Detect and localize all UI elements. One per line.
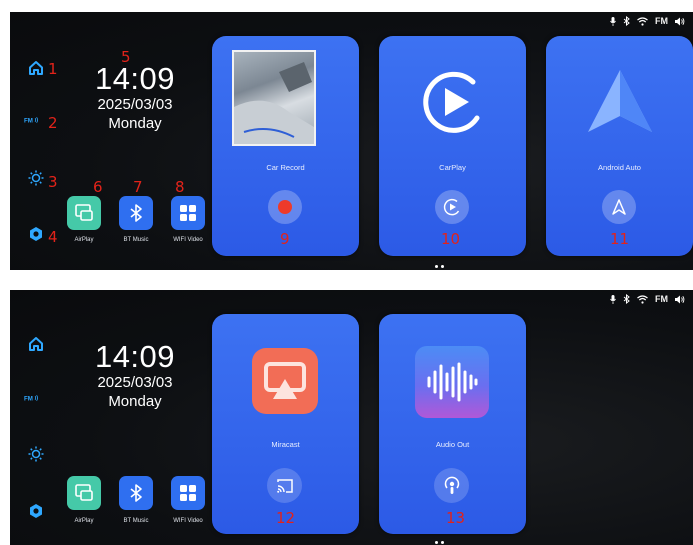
clock-date: 2025/03/03 bbox=[97, 374, 173, 391]
callout-label: 3 bbox=[48, 173, 58, 191]
bluetooth-icon bbox=[130, 484, 142, 502]
callout-label: 6 bbox=[93, 178, 103, 196]
bt-music-app-button[interactable] bbox=[119, 476, 153, 510]
callout-label: 2 bbox=[48, 114, 58, 132]
callout-label: 4 bbox=[48, 228, 58, 246]
car-record-card[interactable]: Car Record 9 bbox=[212, 36, 359, 256]
clock-day: Monday bbox=[108, 393, 162, 410]
mic-icon bbox=[610, 294, 616, 304]
android-auto-label: Android Auto bbox=[598, 163, 641, 172]
wifi-video-label: WIFI Video bbox=[173, 237, 203, 243]
callout-label: 13 bbox=[446, 509, 466, 527]
screen-page-1: FM FM 1 2 3 4 5 14:09 2025/03/03 Monday … bbox=[10, 12, 693, 270]
airplay-label: AirPlay bbox=[74, 518, 94, 524]
brightness-icon[interactable] bbox=[28, 446, 44, 462]
audio-out-logo-icon bbox=[415, 346, 489, 418]
wifi-video-label: WIFI Video bbox=[173, 518, 203, 524]
fm-radio-icon[interactable]: FM bbox=[24, 112, 50, 128]
fm-indicator-icon: FM bbox=[655, 16, 668, 26]
play-icon bbox=[443, 198, 460, 216]
cast-button[interactable] bbox=[267, 468, 302, 503]
grid-icon bbox=[180, 205, 196, 221]
callout-label: 12 bbox=[276, 509, 296, 527]
page-indicator bbox=[435, 541, 444, 544]
callout-label: 10 bbox=[441, 230, 461, 248]
car-record-label: Car Record bbox=[266, 163, 305, 172]
bluetooth-icon bbox=[623, 294, 630, 304]
android-auto-logo-icon bbox=[588, 70, 652, 132]
bluetooth-icon bbox=[623, 16, 630, 26]
mic-icon bbox=[610, 16, 616, 26]
fm-radio-icon[interactable]: FM bbox=[24, 390, 50, 406]
airplay-label: AirPlay bbox=[74, 237, 94, 243]
settings-icon[interactable] bbox=[28, 226, 44, 242]
callout-label: 11 bbox=[610, 230, 630, 248]
airplay-app-button[interactable] bbox=[67, 196, 101, 230]
clock-widget: 14:09 2025/03/03 Monday bbox=[80, 62, 190, 133]
cast-icon bbox=[276, 478, 293, 493]
airplay-app-button[interactable] bbox=[67, 476, 101, 510]
carplay-logo-icon bbox=[423, 71, 480, 133]
home-icon[interactable] bbox=[28, 60, 44, 76]
svg-text:FM: FM bbox=[24, 395, 33, 402]
settings-icon[interactable] bbox=[28, 503, 44, 519]
android-auto-card[interactable]: Android Auto 11 bbox=[546, 36, 693, 256]
home-icon[interactable] bbox=[28, 336, 44, 352]
miracast-label: Miracast bbox=[271, 440, 300, 449]
wifi-video-app-button[interactable] bbox=[171, 476, 205, 510]
bt-music-app-button[interactable] bbox=[119, 196, 153, 230]
podcast-icon bbox=[444, 476, 459, 494]
grid-icon bbox=[180, 485, 196, 501]
bt-music-label: BT Music bbox=[123, 237, 149, 243]
svg-text:FM: FM bbox=[24, 117, 33, 124]
volume-icon bbox=[675, 295, 685, 304]
screen-page-2: FM FM 14:09 2025/03/03 Monday AirPlay BT… bbox=[10, 290, 693, 545]
page-indicator bbox=[435, 265, 444, 268]
wifi-video-app-button[interactable] bbox=[171, 196, 205, 230]
audio-out-label: Audio Out bbox=[435, 440, 470, 449]
carplay-label: CarPlay bbox=[439, 163, 466, 172]
audio-out-card[interactable]: Audio Out 13 bbox=[379, 314, 526, 534]
android-auto-button[interactable] bbox=[602, 190, 636, 224]
brightness-icon[interactable] bbox=[28, 170, 44, 186]
callout-label: 1 bbox=[48, 60, 58, 78]
clock-widget: 14:09 2025/03/03 Monday bbox=[80, 340, 190, 411]
clock-time: 14:09 bbox=[94, 61, 176, 96]
status-bar: FM bbox=[610, 16, 685, 26]
record-button[interactable] bbox=[268, 190, 302, 224]
callout-label: 9 bbox=[280, 230, 290, 248]
miracast-logo-icon bbox=[252, 348, 318, 414]
bluetooth-icon bbox=[130, 204, 142, 222]
bt-music-label: BT Music bbox=[123, 518, 149, 524]
camera-preview bbox=[232, 50, 316, 146]
carplay-card[interactable]: CarPlay 10 bbox=[379, 36, 526, 256]
clock-time: 14:09 bbox=[94, 339, 176, 374]
callout-label: 8 bbox=[175, 178, 185, 196]
miracast-card[interactable]: Miracast 12 bbox=[212, 314, 359, 534]
clock-date: 2025/03/03 bbox=[97, 96, 173, 113]
clock-day: Monday bbox=[108, 115, 162, 132]
airplay-icon bbox=[75, 484, 93, 501]
callout-label: 7 bbox=[133, 178, 143, 196]
wifi-icon bbox=[637, 16, 648, 26]
status-bar: FM bbox=[610, 294, 685, 304]
carplay-button[interactable] bbox=[435, 190, 469, 224]
record-icon bbox=[278, 200, 292, 214]
airplay-icon bbox=[75, 204, 93, 221]
fm-indicator-icon: FM bbox=[655, 294, 668, 304]
audio-out-button[interactable] bbox=[434, 468, 469, 503]
android-auto-icon bbox=[612, 199, 626, 215]
volume-icon bbox=[675, 17, 685, 26]
wifi-icon bbox=[637, 294, 648, 304]
